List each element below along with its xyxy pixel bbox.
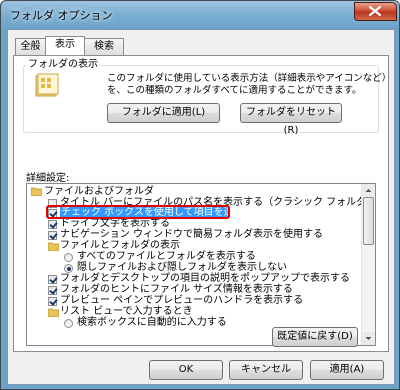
view-tab-panel: フォルダの表示 このフォルダに使用している表示方法（詳細表示やアイコンなど） を…	[13, 55, 391, 352]
list-checkbox[interactable]	[48, 231, 57, 240]
close-button[interactable]	[354, 2, 397, 21]
folder-view-description: このフォルダに使用している表示方法（詳細表示やアイコンなど） を、この種類のフォ…	[107, 73, 391, 97]
ok-button[interactable]: OK	[149, 360, 223, 380]
list-radio[interactable]	[64, 253, 73, 262]
list-checkbox[interactable]	[48, 220, 57, 229]
apply-to-folders-button[interactable]: フォルダに適用(L)	[107, 103, 220, 123]
advanced-settings-list[interactable]: ファイルおよびフォルダ タイトル バーにファイルのパス名を表示する（クラシック …	[26, 183, 376, 346]
dialog-client-area: 全般 表示 検索 フォルダの表示 このフォルダに使用している表示方法（詳細表示や…	[7, 29, 395, 385]
folder-view-group-title: フォルダの表示	[26, 59, 100, 71]
tab-general[interactable]: 全般	[15, 38, 46, 55]
folder-icon	[47, 308, 60, 318]
list-radio[interactable]	[64, 319, 73, 328]
list-checkbox[interactable]	[48, 286, 57, 295]
tab-view[interactable]: 表示	[45, 36, 85, 55]
cancel-button[interactable]: キャンセル	[229, 360, 303, 380]
folder-icon	[30, 187, 43, 197]
scroll-down-button[interactable]	[362, 332, 375, 345]
advanced-settings-label: 詳細設定:	[26, 173, 70, 184]
list-checkbox[interactable]	[48, 297, 57, 306]
scroll-up-button[interactable]	[362, 184, 375, 197]
folder-view-description-line1: このフォルダに使用している表示方法（詳細表示やアイコンなど）	[107, 73, 392, 84]
tab-search[interactable]: 検索	[84, 38, 124, 55]
title-bar[interactable]: フォルダ オプション	[1, 1, 399, 29]
folder-view-description-line2: を、この種類のフォルダすべてに適用することができます。	[107, 85, 362, 96]
list-radio[interactable]	[64, 264, 73, 273]
apply-button[interactable]: 適用(A)	[310, 360, 384, 380]
reset-folders-button[interactable]: フォルダをリセット(R)	[240, 103, 342, 136]
scroll-thumb[interactable]	[363, 197, 374, 245]
arrow-down-icon	[362, 337, 375, 345]
restore-defaults-button[interactable]: 既定値に戻す(D)	[272, 327, 358, 347]
list-checkbox[interactable]	[48, 275, 57, 284]
list-item[interactable]: 検索ボックスに自動的に入力する	[77, 317, 227, 329]
folder-view-icon	[35, 73, 59, 102]
folder-options-window: フォルダ オプション 全般 表示 検索 フォルダの表示 このフォルダに使用してい…	[0, 0, 400, 390]
list-scrollbar[interactable]	[361, 184, 375, 345]
window-title: フォルダ オプション	[10, 9, 113, 22]
highlight-annotation	[46, 205, 230, 219]
folder-icon	[47, 242, 60, 252]
